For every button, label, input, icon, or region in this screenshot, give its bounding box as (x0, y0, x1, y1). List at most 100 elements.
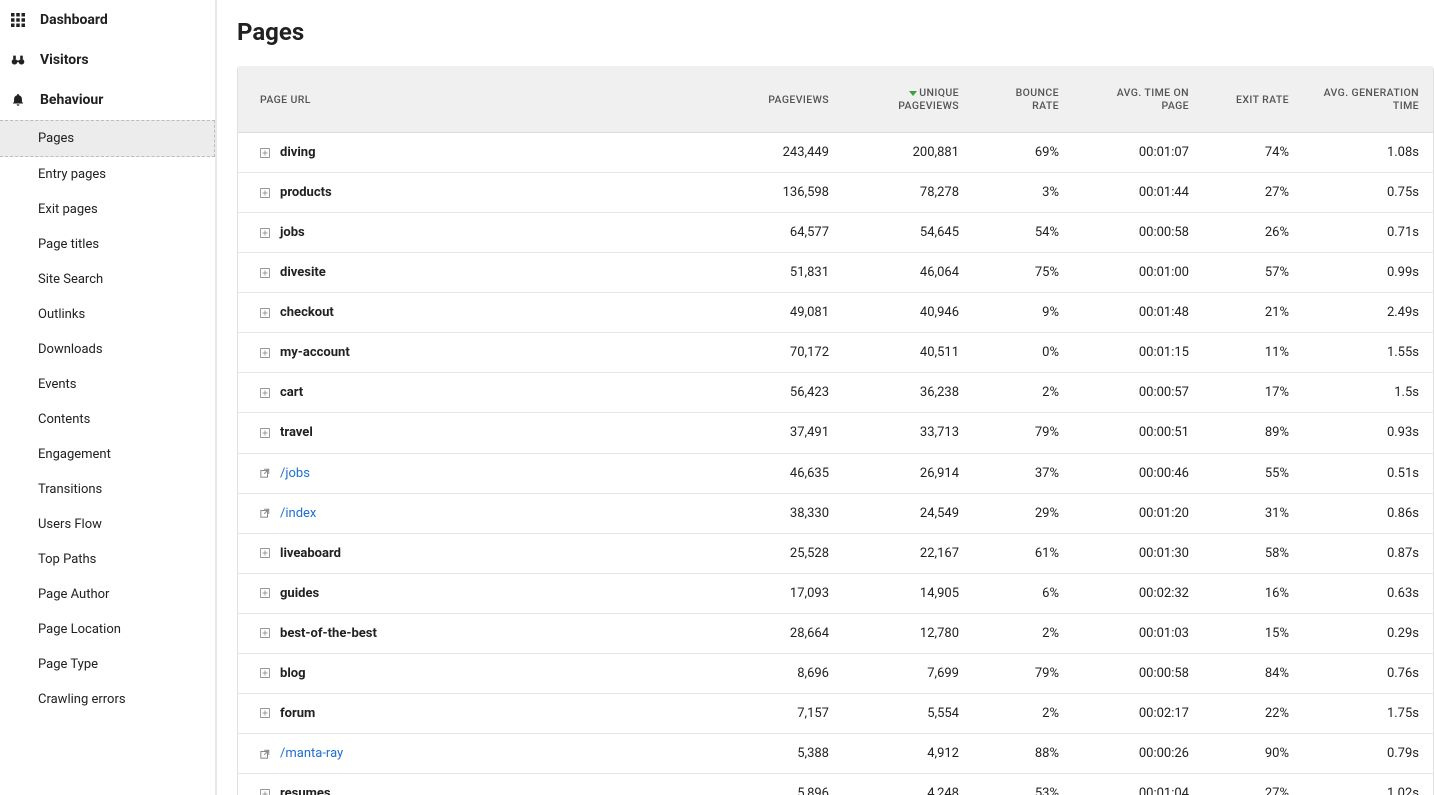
column-header-exit_rate[interactable]: EXIT RATE (1203, 66, 1303, 133)
column-header-unique_pageviews[interactable]: UNIQUE PAGEVIEWS (843, 66, 973, 133)
external-link-icon[interactable] (258, 506, 272, 520)
expand-icon[interactable] (258, 306, 272, 320)
cell-exit_rate: 31% (1203, 493, 1303, 533)
sidebar-item-label: Crawling errors (38, 692, 126, 707)
cell-bounce_rate: 37% (973, 453, 1073, 493)
table-row[interactable]: diving243,449200,88169%00:01:0774%1.08s (238, 133, 1433, 173)
cell-pageviews: 25,528 (713, 533, 843, 573)
sidebar-section-visitors[interactable]: Visitors (0, 40, 215, 80)
cell-exit_rate: 16% (1203, 573, 1303, 613)
expand-icon[interactable] (258, 426, 272, 440)
cell-page-url: /index (238, 493, 713, 533)
table-row[interactable]: /jobs46,63526,91437%00:00:4655%0.51s (238, 453, 1433, 493)
sidebar-item-transitions[interactable]: Transitions (0, 472, 215, 507)
table-row[interactable]: products136,59878,2783%00:01:4427%0.75s (238, 173, 1433, 213)
cell-bounce_rate: 2% (973, 613, 1073, 653)
cell-pageviews: 5,896 (713, 774, 843, 795)
sidebar-item-exit-pages[interactable]: Exit pages (0, 192, 215, 227)
table-row[interactable]: checkout49,08140,9469%00:01:4821%2.49s (238, 293, 1433, 333)
column-header-gen_time[interactable]: AVG. GENERATION TIME (1303, 66, 1433, 133)
table-row[interactable]: liveaboard25,52822,16761%00:01:3058%0.87… (238, 533, 1433, 573)
sidebar-item-pages[interactable]: Pages (0, 120, 215, 157)
column-header-avg_time[interactable]: AVG. TIME ON PAGE (1073, 66, 1203, 133)
cell-exit_rate: 90% (1203, 733, 1303, 773)
table-row[interactable]: forum7,1575,5542%00:02:1722%1.75s (238, 693, 1433, 733)
external-link-icon[interactable] (258, 466, 272, 480)
table-row[interactable]: travel37,49133,71379%00:00:5189%0.93s (238, 413, 1433, 453)
sidebar-item-users-flow[interactable]: Users Flow (0, 507, 215, 542)
sidebar-section-behaviour[interactable]: Behaviour (0, 80, 215, 120)
expand-icon[interactable] (258, 266, 272, 280)
cell-gen_time: 0.63s (1303, 573, 1433, 613)
sidebar-item-downloads[interactable]: Downloads (0, 332, 215, 367)
sidebar-item-page-author[interactable]: Page Author (0, 577, 215, 612)
cell-gen_time: 0.99s (1303, 253, 1433, 293)
table-row[interactable]: blog8,6967,69979%00:00:5884%0.76s (238, 653, 1433, 693)
table-row[interactable]: resumes5,8964,24853%00:01:0427%1.02s (238, 774, 1433, 795)
page-url-link[interactable]: /jobs (280, 466, 310, 481)
sidebar-item-engagement[interactable]: Engagement (0, 437, 215, 472)
table-row[interactable]: cart56,42336,2382%00:00:5717%1.5s (238, 373, 1433, 413)
expand-icon[interactable] (258, 226, 272, 240)
sidebar-item-page-titles[interactable]: Page titles (0, 227, 215, 262)
table-row[interactable]: jobs64,57754,64554%00:00:5826%0.71s (238, 213, 1433, 253)
page-url-link[interactable]: /manta-ray (280, 746, 343, 761)
sidebar-item-top-paths[interactable]: Top Paths (0, 542, 215, 577)
cell-gen_time: 1.75s (1303, 693, 1433, 733)
sidebar-item-label: Outlinks (38, 307, 85, 322)
cell-bounce_rate: 3% (973, 173, 1073, 213)
expand-icon[interactable] (258, 586, 272, 600)
expand-icon[interactable] (258, 787, 272, 795)
table-row[interactable]: /manta-ray5,3884,91288%00:00:2690%0.79s (238, 733, 1433, 773)
cell-avg_time: 00:01:48 (1073, 293, 1203, 333)
cell-avg_time: 00:02:32 (1073, 573, 1203, 613)
expand-icon[interactable] (258, 346, 272, 360)
cell-bounce_rate: 29% (973, 493, 1073, 533)
sidebar-item-crawling-errors[interactable]: Crawling errors (0, 682, 215, 717)
cell-exit_rate: 21% (1203, 293, 1303, 333)
table-row[interactable]: best-of-the-best28,66412,7802%00:01:0315… (238, 613, 1433, 653)
column-header-label: PAGEVIEWS (768, 93, 829, 106)
expand-icon[interactable] (258, 706, 272, 720)
sidebar-section-dashboard[interactable]: Dashboard (0, 0, 215, 40)
cell-avg_time: 00:00:46 (1073, 453, 1203, 493)
expand-icon[interactable] (258, 146, 272, 160)
cell-unique_pageviews: 36,238 (843, 373, 973, 413)
sidebar-item-site-search[interactable]: Site Search (0, 262, 215, 297)
expand-icon[interactable] (258, 186, 272, 200)
cell-bounce_rate: 61% (973, 533, 1073, 573)
column-header-url[interactable]: PAGE URL (238, 66, 713, 133)
cell-avg_time: 00:01:44 (1073, 173, 1203, 213)
expand-icon[interactable] (258, 386, 272, 400)
table-row[interactable]: /index38,33024,54929%00:01:2031%0.86s (238, 493, 1433, 533)
expand-icon[interactable] (258, 626, 272, 640)
external-link-icon[interactable] (258, 747, 272, 761)
column-header-pageviews[interactable]: PAGEVIEWS (713, 66, 843, 133)
column-header-label: PAGE URL (260, 93, 311, 106)
sidebar-item-label: Transitions (38, 482, 102, 497)
sidebar-item-entry-pages[interactable]: Entry pages (0, 157, 215, 192)
sidebar-item-contents[interactable]: Contents (0, 402, 215, 437)
column-header-label: AVG. TIME ON PAGE (1117, 86, 1189, 112)
table-row[interactable]: guides17,09314,9056%00:02:3216%0.63s (238, 573, 1433, 613)
table-row[interactable]: divesite51,83146,06475%00:01:0057%0.99s (238, 253, 1433, 293)
sidebar-item-events[interactable]: Events (0, 367, 215, 402)
cell-pageviews: 70,172 (713, 333, 843, 373)
page-url-link[interactable]: /index (280, 506, 316, 521)
page-url-label: blog (280, 666, 306, 681)
page-url-label: products (280, 185, 332, 200)
column-header-bounce_rate[interactable]: BOUNCE RATE (973, 66, 1073, 133)
cell-page-url: resumes (238, 774, 713, 795)
expand-icon[interactable] (258, 666, 272, 680)
sidebar-item-page-location[interactable]: Page Location (0, 612, 215, 647)
table-row[interactable]: my-account70,17240,5110%00:01:1511%1.55s (238, 333, 1433, 373)
cell-exit_rate: 27% (1203, 173, 1303, 213)
cell-exit_rate: 26% (1203, 213, 1303, 253)
expand-icon[interactable] (258, 546, 272, 560)
table-body: diving243,449200,88169%00:01:0774%1.08sp… (238, 133, 1433, 795)
sidebar-item-label: Page titles (38, 237, 99, 252)
sidebar-item-page-type[interactable]: Page Type (0, 647, 215, 682)
sidebar-item-label: Page Location (38, 622, 121, 637)
sidebar-item-outlinks[interactable]: Outlinks (0, 297, 215, 332)
cell-page-url: /manta-ray (238, 733, 713, 773)
